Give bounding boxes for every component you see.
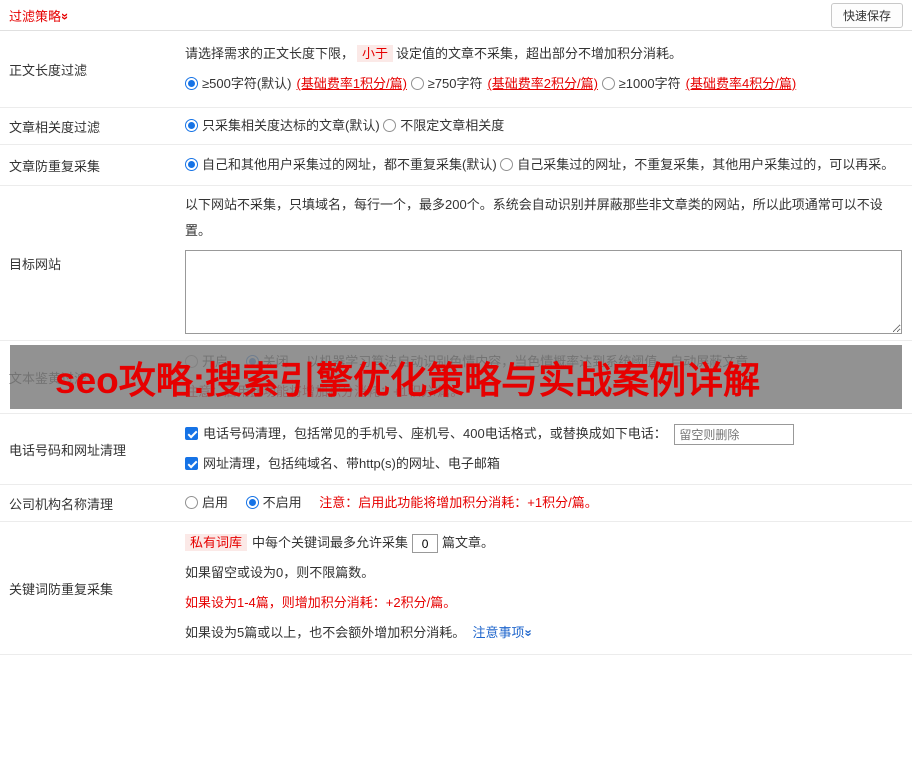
length-intro: 请选择需求的正文长度下限， 小于 设定值的文章不采集，超出部分不增加积分消耗。 bbox=[185, 39, 902, 69]
setting-row-relevance-filter: 文章相关度过滤 只采集相关度达标的文章(默认) 不限定文章相关度 bbox=[0, 108, 912, 145]
radio-relevance-any[interactable]: 不限定文章相关度 bbox=[383, 118, 504, 133]
keyword-limit-suffix: 篇文章。 bbox=[442, 535, 495, 550]
radio-dedup-all-users-label: 自己和其他用户采集过的网址，都不重复采集(默认) bbox=[202, 157, 497, 172]
radio-icon[interactable] bbox=[185, 158, 198, 171]
row-label-relevance: 文章相关度过滤 bbox=[9, 119, 101, 135]
length-intro-before: 请选择需求的正文长度下限， bbox=[185, 46, 355, 61]
radio-dedup-self-only-label: 自己采集过的网址，不重复采集，其他用户采集过的，可以再采。 bbox=[517, 157, 895, 172]
setting-row-company-clean: 公司机构名称清理 启用 不启用 注意：启用此功能将增加积分消耗：+1积分/篇。 bbox=[0, 485, 912, 522]
quick-save-button[interactable]: 快速保存 bbox=[830, 2, 903, 28]
row-content-blacklist: 以下网站不采集，只填域名，每行一个，最多200个。系统会自动识别并屏蔽那些非文章… bbox=[175, 186, 912, 340]
radio-icon[interactable] bbox=[500, 158, 514, 171]
chevron-down-icon: » bbox=[58, 12, 74, 20]
radio-relevance-strict[interactable]: 只采集相关度达标的文章(默认) bbox=[185, 118, 383, 133]
checkbox-icon[interactable] bbox=[185, 427, 198, 440]
radio-dedup-self-only[interactable]: 自己采集过的网址，不重复采集，其他用户采集过的，可以再采。 bbox=[500, 157, 894, 172]
keyword-note-unlimited: 如果留空或设为0，则不限篇数。 bbox=[185, 565, 375, 580]
row-label-keyword: 关键词防重复采集 bbox=[9, 581, 114, 597]
watermark-text: seo攻略:搜索引擎优化策略与实战案例详解 bbox=[55, 360, 761, 401]
replacement-phone-input[interactable] bbox=[674, 424, 795, 446]
company-options-line: 启用 不启用 注意：启用此功能将增加积分消耗：+1积分/篇。 bbox=[185, 488, 902, 518]
row-content-keyword: 私有词库中每个关键词最多允许采集 篇文章。 如果留空或设为0，则不限篇数。 如果设… bbox=[175, 522, 912, 654]
row-content-company: 启用 不启用 注意：启用此功能将增加积分消耗：+1积分/篇。 bbox=[175, 485, 912, 521]
length-intro-after: 设定值的文章不采集，超出部分不增加积分消耗。 bbox=[396, 46, 683, 61]
radio-length-1000[interactable]: ≥1000字符 (基础费率4积分/篇) bbox=[601, 76, 797, 91]
page-title[interactable]: 过滤策略» bbox=[9, 6, 73, 25]
less-than-tag: 小于 bbox=[357, 45, 394, 62]
chevron-down-icon: » bbox=[522, 629, 538, 637]
radio-relevance-strict-label: 只采集相关度达标的文章(默认) bbox=[202, 118, 380, 133]
filter-settings-page: 过滤策略» 快速保存 正文长度过滤 请选择需求的正文长度下限， 小于 设定值的文章不… bbox=[0, 0, 912, 655]
row-content-relevance: 只采集相关度达标的文章(默认) 不限定文章相关度 bbox=[175, 108, 912, 144]
checkbox-phone-clean[interactable]: 电话号码清理，包括常见的手机号、座机号、400电话格式，或替换成如下电话： bbox=[185, 426, 670, 441]
radio-icon[interactable] bbox=[383, 119, 397, 132]
row-content-phone: 电话号码清理，包括常见的手机号、座机号、400电话格式，或替换成如下电话： 网址… bbox=[175, 414, 912, 484]
radio-icon[interactable] bbox=[185, 77, 198, 90]
setting-row-blacklist: 目标网站 以下网站不采集，只填域名，每行一个，最多200个。系统会自动识别并屏蔽… bbox=[0, 186, 912, 341]
blacklist-textarea[interactable] bbox=[185, 250, 902, 334]
row-content-length: 请选择需求的正文长度下限， 小于 设定值的文章不采集，超出部分不增加积分消耗。 ≥5… bbox=[175, 31, 912, 107]
setting-row-phone-url-clean: 电话号码和网址清理 电话号码清理，包括常见的手机号、座机号、400电话格式，或替… bbox=[0, 414, 912, 485]
company-note: 注意：启用此功能将增加积分消耗：+1积分/篇。 bbox=[319, 495, 598, 510]
radio-dedup-all-users[interactable]: 自己和其他用户采集过的网址，都不重复采集(默认) bbox=[185, 157, 500, 172]
page-title-text: 过滤策略 bbox=[9, 8, 62, 24]
radio-company-off-label: 不启用 bbox=[262, 495, 302, 510]
radio-length-750[interactable]: ≥750字符 (基础费率2积分/篇) bbox=[410, 76, 602, 91]
radio-company-off[interactable]: 不启用 bbox=[245, 495, 306, 510]
radio-icon[interactable] bbox=[185, 496, 198, 509]
keyword-note-five-text: 如果设为5篇或以上，也不会额外增加积分消耗。 bbox=[185, 625, 466, 640]
radio-length-1000-label: ≥1000字符 bbox=[618, 76, 681, 91]
keyword-note-five-line: 如果设为5篇或以上，也不会额外增加积分消耗。 注意事项» bbox=[185, 618, 902, 648]
setting-row-dedup: 文章防重复采集 自己和其他用户采集过的网址，都不重复采集(默认) 自己采集过的网… bbox=[0, 145, 912, 186]
row-label-phone: 电话号码和网址清理 bbox=[9, 442, 127, 458]
row-label-blacklist: 目标网站 bbox=[9, 256, 62, 272]
radio-company-on-label: 启用 bbox=[202, 495, 229, 510]
radio-icon[interactable] bbox=[410, 77, 424, 90]
checkbox-url-clean[interactable]: 网址清理，包括纯域名、带http(s)的网址、电子邮箱 bbox=[185, 456, 500, 471]
radio-icon[interactable] bbox=[601, 77, 615, 90]
row-content-dedup: 自己和其他用户采集过的网址，都不重复采集(默认) 自己采集过的网址，不重复采集，… bbox=[175, 145, 912, 185]
radio-icon[interactable] bbox=[185, 119, 198, 132]
radio-length-750-label: ≥750字符 bbox=[427, 76, 483, 91]
row-label-dedup: 文章防重复采集 bbox=[9, 158, 101, 174]
keyword-limit-input[interactable] bbox=[412, 534, 439, 554]
radio-length-1000-fee: (基础费率4积分/篇) bbox=[685, 76, 797, 91]
radio-icon[interactable] bbox=[245, 496, 259, 509]
radio-length-750-fee: (基础费率2积分/篇) bbox=[487, 76, 598, 91]
phone-clean-line: 电话号码清理，包括常见的手机号、座机号、400电话格式，或替换成如下电话： bbox=[185, 419, 902, 449]
radio-company-on[interactable]: 启用 bbox=[185, 495, 232, 510]
checkbox-icon[interactable] bbox=[185, 457, 198, 470]
checkbox-url-clean-label: 网址清理，包括纯域名、带http(s)的网址、电子邮箱 bbox=[203, 456, 500, 471]
setting-row-length-filter: 正文长度过滤 请选择需求的正文长度下限， 小于 设定值的文章不采集，超出部分不增加积… bbox=[0, 31, 912, 108]
keyword-note-cost: 如果设为1-4篇，则增加积分消耗：+2积分/篇。 bbox=[185, 595, 457, 610]
url-clean-line: 网址清理，包括纯域名、带http(s)的网址、电子邮箱 bbox=[185, 449, 902, 479]
watermark-banner: seo攻略:搜索引擎优化策略与实战案例详解 bbox=[10, 345, 902, 409]
private-lexicon-tag: 私有词库 bbox=[185, 534, 248, 551]
radio-relevance-any-label: 不限定文章相关度 bbox=[400, 118, 505, 133]
radio-length-500-fee: (基础费率1积分/篇) bbox=[296, 76, 407, 91]
radio-length-500[interactable]: ≥500字符(默认) (基础费率1积分/篇) bbox=[185, 76, 411, 91]
radio-length-500-label: ≥500字符(默认) bbox=[202, 76, 292, 91]
keyword-limit-text: 中每个关键词最多允许采集 bbox=[252, 535, 409, 550]
checkbox-phone-clean-label: 电话号码清理，包括常见的手机号、座机号、400电话格式，或替换成如下电话： bbox=[203, 426, 667, 441]
row-label-length: 正文长度过滤 bbox=[9, 62, 88, 78]
setting-row-keyword-dedup: 关键词防重复采集 私有词库中每个关键词最多允许采集 篇文章。 如果留空或设为0，则… bbox=[0, 522, 912, 655]
blacklist-intro: 以下网站不采集，只填域名，每行一个，最多200个。系统会自动识别并屏蔽那些非文章… bbox=[185, 197, 883, 238]
row-label-company: 公司机构名称清理 bbox=[9, 496, 114, 512]
topbar: 过滤策略» 快速保存 bbox=[0, 0, 912, 31]
keyword-limit-line: 私有词库中每个关键词最多允许采集 篇文章。 bbox=[185, 528, 902, 558]
